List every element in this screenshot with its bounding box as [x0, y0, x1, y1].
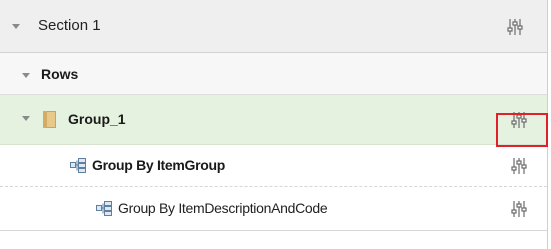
- rows-header[interactable]: Rows: [0, 53, 547, 95]
- rows-label: Rows: [41, 66, 79, 82]
- grouping-row[interactable]: Group By ItemDescriptionAndCode: [0, 187, 547, 231]
- report-structure-panel: Section 1 Rows Group_1 Group By ItemGrou…: [0, 0, 548, 249]
- folder-icon: [43, 111, 56, 128]
- section-row[interactable]: Section 1: [0, 0, 547, 53]
- sliders-icon[interactable]: [511, 157, 527, 175]
- grouping-row[interactable]: Group By ItemGroup: [0, 145, 547, 187]
- grouping-label: Group By ItemGroup: [92, 157, 226, 173]
- sliders-icon[interactable]: [507, 18, 523, 36]
- grouping-label: Group By ItemDescriptionAndCode: [118, 200, 328, 216]
- caret-down-icon[interactable]: [22, 116, 30, 121]
- section-title: Section 1: [38, 17, 101, 34]
- group-row[interactable]: Group_1: [0, 95, 547, 145]
- group-by-icon: [70, 158, 86, 173]
- group-by-icon: [96, 201, 112, 216]
- group-label: Group_1: [68, 111, 126, 127]
- highlight-box: [496, 113, 548, 147]
- caret-down-icon[interactable]: [22, 73, 30, 78]
- caret-down-icon[interactable]: [12, 24, 20, 29]
- sliders-icon[interactable]: [511, 200, 527, 218]
